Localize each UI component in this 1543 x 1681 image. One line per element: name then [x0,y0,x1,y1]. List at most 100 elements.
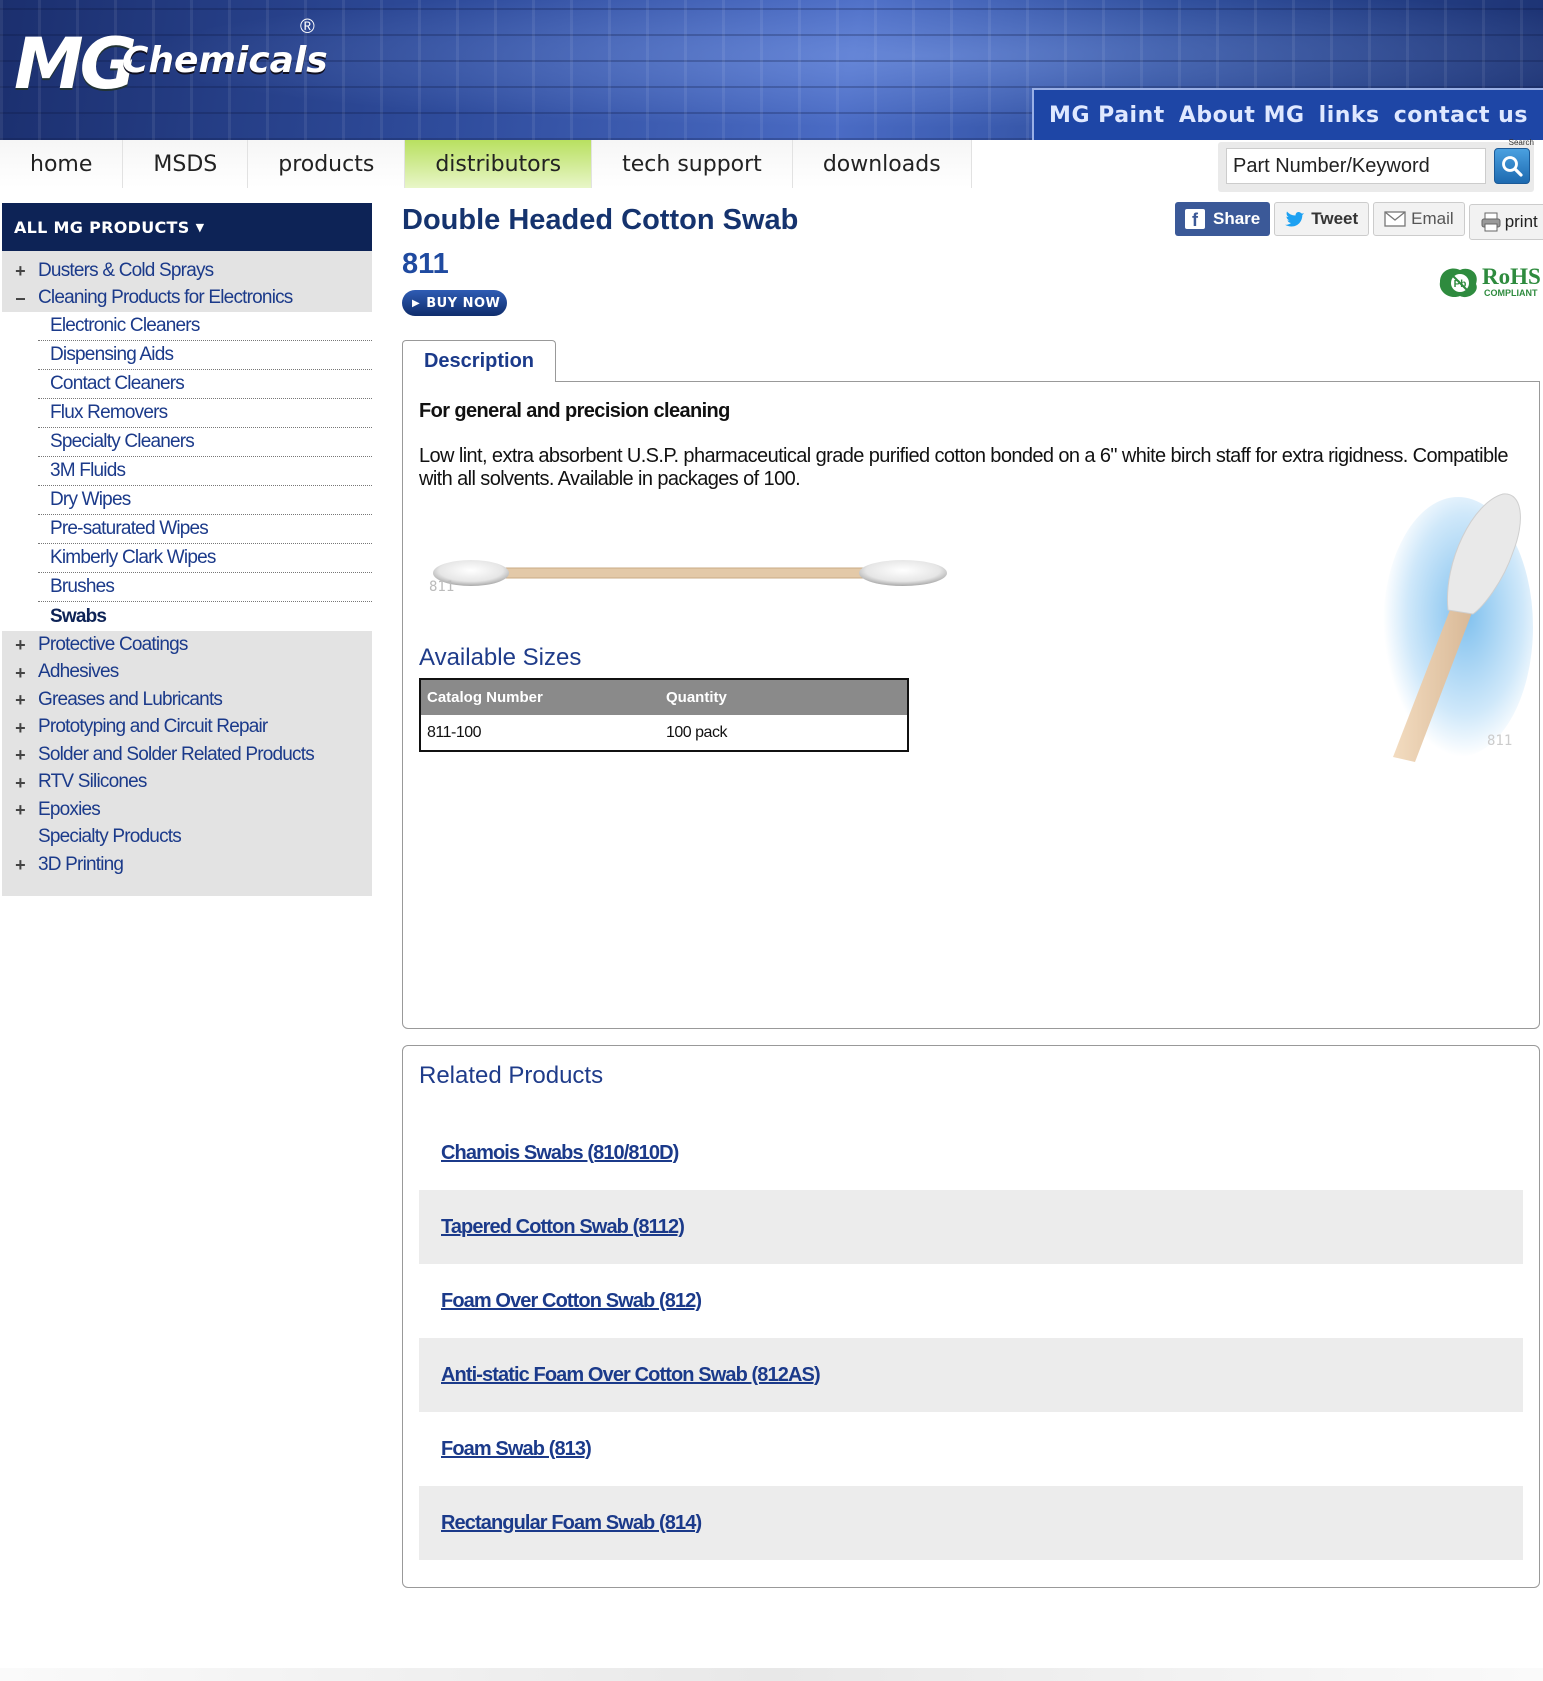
sidebar-item-cleaning-products[interactable]: − Cleaning Products for Electronics [2,285,372,313]
list-item: Anti-static Foam Over Cotton Swab (812AS… [419,1338,1523,1412]
sub-item-contact-cleaners[interactable]: Contact Cleaners [38,370,372,399]
table-row: 811-100 100 pack [420,715,908,751]
related-link-foam-over-cotton-swab[interactable]: Foam Over Cotton Swab (812) [441,1290,702,1313]
list-item: Chamois Swabs (810/810D) [419,1116,1523,1190]
sub-item-specialty-cleaners[interactable]: Specialty Cleaners [38,428,372,457]
sidebar-header-label: ALL MG PRODUCTS [14,217,190,237]
top-nav: MG Paint About MG links contact us [1032,88,1543,140]
sub-item-pre-saturated-wipes[interactable]: Pre-saturated Wipes [38,515,372,544]
sidebar-item-solder[interactable]: + Solder and Solder Related Products [2,741,372,769]
nav-products[interactable]: products [248,140,406,188]
logo-mg-text: MG [14,23,137,105]
available-sizes-table: Catalog Number Quantity 811-100 100 pack [419,678,909,752]
mg-chemicals-logo[interactable]: MG Chemicals ® [14,16,328,112]
quantity-cell: 100 pack [666,723,727,741]
related-products-list: Chamois Swabs (810/810D) Tapered Cotton … [419,1116,1523,1560]
buy-now-button[interactable]: ▶ BUY NOW [402,290,507,316]
sub-item-dispensing-aids[interactable]: Dispensing Aids [38,341,372,370]
top-nav-links[interactable]: links [1319,103,1380,128]
sidebar-item-epoxies[interactable]: + Epoxies [2,796,372,824]
sub-item-electronic-cleaners[interactable]: Electronic Cleaners [38,312,372,341]
sidebar-item-greases[interactable]: + Greases and Lubricants [2,686,372,714]
top-nav-mg-paint[interactable]: MG Paint [1049,103,1165,128]
sidebar-item-protective-coatings[interactable]: + Protective Coatings [2,631,372,659]
sidebar-item-label: Cleaning Products for Electronics [38,287,293,309]
sidebar-item-label: Solder and Solder Related Products [38,743,315,765]
share-label: Share [1213,209,1261,228]
buy-now-label: BUY NOW [426,295,501,311]
site-header: MG Chemicals ® MG Paint About MG links c… [0,0,1543,140]
sub-item-brushes[interactable]: Brushes [38,573,372,602]
play-triangle-icon: ▶ [412,297,421,309]
plus-icon[interactable]: + [12,856,28,874]
nav-distributors[interactable]: distributors [405,140,593,188]
email-label: Email [1411,209,1454,228]
rohs-compliant-text: COMPLIANT [1484,288,1538,298]
sidebar-item-label: Protective Coatings [38,633,188,655]
footer-bar [0,1668,1543,1681]
sidebar-item-dusters[interactable]: + Dusters & Cold Sprays [2,257,372,285]
catalog-number-cell: 811-100 [427,723,482,741]
sidebar-item-3d-printing[interactable]: + 3D Printing [2,851,372,879]
plus-icon[interactable]: + [12,664,28,682]
main-nav: home MSDS products distributors tech sup… [0,140,972,188]
sub-item-kimberly-clark-wipes[interactable]: Kimberly Clark Wipes [38,544,372,573]
plus-icon[interactable]: + [12,262,28,280]
tab-description[interactable]: Description [402,340,556,382]
sidebar-item-label: Epoxies [38,798,101,820]
sub-item-3m-fluids[interactable]: 3M Fluids [38,457,372,486]
print-button[interactable]: print [1468,204,1543,240]
search-box: Search [1218,138,1534,192]
nav-tech-support[interactable]: tech support [592,140,793,188]
sub-item-dry-wipes[interactable]: Dry Wipes [38,486,372,515]
search-input[interactable] [1226,148,1486,184]
related-link-foam-swab[interactable]: Foam Swab (813) [441,1438,592,1461]
double-headed-swab-image [433,560,947,586]
related-link-anti-static-swab[interactable]: Anti-static Foam Over Cotton Swab (812AS… [441,1364,821,1387]
sidebar-item-specialty-products[interactable]: Specialty Products [2,824,372,852]
column-header-quantity: Quantity [660,679,908,715]
caret-down-icon: ▼ [195,220,205,234]
plus-icon[interactable]: + [12,636,28,654]
email-button[interactable]: Email [1373,202,1465,236]
swab-closeup-image [1383,493,1533,762]
sidebar-item-label: 3D Printing [38,853,124,875]
sub-item-swabs[interactable]: Swabs [38,602,372,631]
tweet-button[interactable]: Tweet [1274,202,1370,236]
plus-icon[interactable]: + [12,691,28,709]
related-link-tapered-cotton-swab[interactable]: Tapered Cotton Swab (8112) [441,1216,685,1239]
logo-chemicals-text: Chemicals [122,40,328,81]
sub-item-flux-removers[interactable]: Flux Removers [38,399,372,428]
nav-home[interactable]: home [0,140,124,188]
plus-icon[interactable]: + [12,719,28,737]
top-nav-about-mg[interactable]: About MG [1179,103,1305,128]
tweet-label: Tweet [1311,209,1359,228]
related-products-heading: Related Products [419,1062,604,1089]
search-icon [1502,156,1523,177]
sidebar-item-rtv-silicones[interactable]: + RTV Silicones [2,769,372,797]
sidebar-item-label: Dusters & Cold Sprays [38,259,214,281]
nav-msds[interactable]: MSDS [123,140,249,188]
all-products-dropdown[interactable]: ALL MG PRODUCTS ▼ [2,203,372,251]
facebook-share-button[interactable]: f Share [1175,202,1271,236]
envelope-icon [1384,211,1406,227]
list-item: Foam Swab (813) [419,1412,1523,1486]
plus-icon[interactable]: + [12,774,28,792]
list-item: Tapered Cotton Swab (8112) [419,1190,1523,1264]
sidebar-item-adhesives[interactable]: + Adhesives [2,659,372,687]
search-label: Search [1508,138,1534,147]
related-link-chamois-swabs[interactable]: Chamois Swabs (810/810D) [441,1142,679,1165]
related-link-rectangular-foam-swab[interactable]: Rectangular Foam Swab (814) [441,1512,702,1535]
description-panel: For general and precision cleaning Low l… [402,381,1540,1029]
social-buttons: f Share Tweet Email print [1175,202,1543,240]
minus-icon[interactable]: − [12,290,28,308]
search-button[interactable] [1494,148,1530,184]
plus-icon[interactable]: + [12,746,28,764]
closeup-image-caption: 811 [1487,733,1513,749]
registered-mark: ® [300,16,315,38]
plus-icon[interactable]: + [12,801,28,819]
top-nav-contact-us[interactable]: contact us [1394,103,1528,128]
nav-downloads[interactable]: downloads [792,140,972,188]
product-sidebar: ALL MG PRODUCTS ▼ + Dusters & Cold Spray… [2,203,372,896]
sidebar-item-prototyping[interactable]: + Prototyping and Circuit Repair [2,714,372,742]
